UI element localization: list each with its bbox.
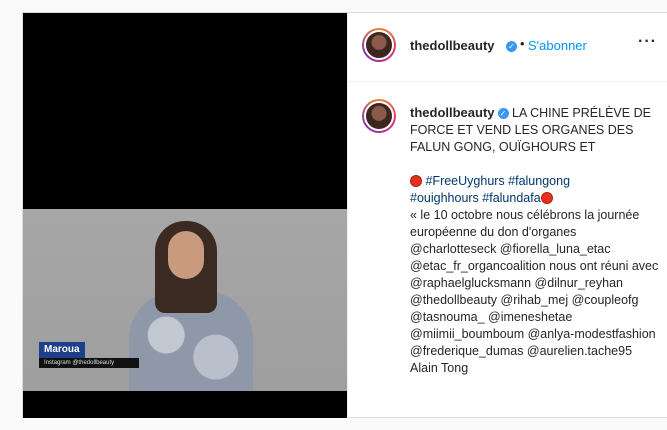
- separator: •: [520, 36, 525, 51]
- post-header: thedollbeauty ✓ • S'abonner ···: [348, 13, 667, 82]
- caption-hashtags-line1[interactable]: #FreeUyghurs #falungong: [425, 174, 570, 188]
- header-username[interactable]: thedollbeauty: [410, 38, 495, 53]
- caption-username[interactable]: thedollbeauty: [410, 105, 495, 120]
- red-circle-emoji-icon: [540, 192, 553, 204]
- caption-text: thedollbeauty ✓ LA CHINE PRÉLÈVE DE FORCE…: [410, 104, 660, 377]
- avatar-image: [364, 30, 394, 60]
- video-frame: Maroua Instagram @thedollbeauty: [23, 209, 347, 391]
- caption-section: thedollbeauty ✓ LA CHINE PRÉLÈVE DE FORCE…: [348, 82, 667, 418]
- more-options-icon[interactable]: ···: [638, 33, 657, 51]
- verified-badge: ✓: [503, 37, 517, 55]
- instagram-post: Maroua Instagram @thedollbeauty thedollb…: [22, 12, 667, 418]
- caption-hashtags-line2[interactable]: #ouighhours #falundafa: [410, 191, 541, 205]
- follow-button[interactable]: S'abonner: [528, 38, 587, 53]
- lower-third: Maroua Instagram @thedollbeauty: [39, 339, 139, 368]
- post-sidebar: thedollbeauty ✓ • S'abonner ··· thedollb…: [347, 13, 667, 418]
- avatar[interactable]: [362, 28, 396, 62]
- red-circle-emoji-icon: [410, 175, 422, 187]
- speaker-face: [168, 231, 204, 279]
- verified-badge-icon: ✓: [497, 108, 509, 119]
- avatar-image: [364, 101, 394, 131]
- lower-third-subtitle: Instagram @thedollbeauty: [39, 358, 139, 368]
- caption-body: « le 10 octobre nous célébrons la journé…: [410, 208, 659, 375]
- post-video[interactable]: Maroua Instagram @thedollbeauty: [23, 13, 347, 418]
- lower-third-name: Maroua: [39, 342, 85, 358]
- verified-badge-icon: ✓: [506, 41, 517, 52]
- caption-avatar[interactable]: [362, 99, 396, 133]
